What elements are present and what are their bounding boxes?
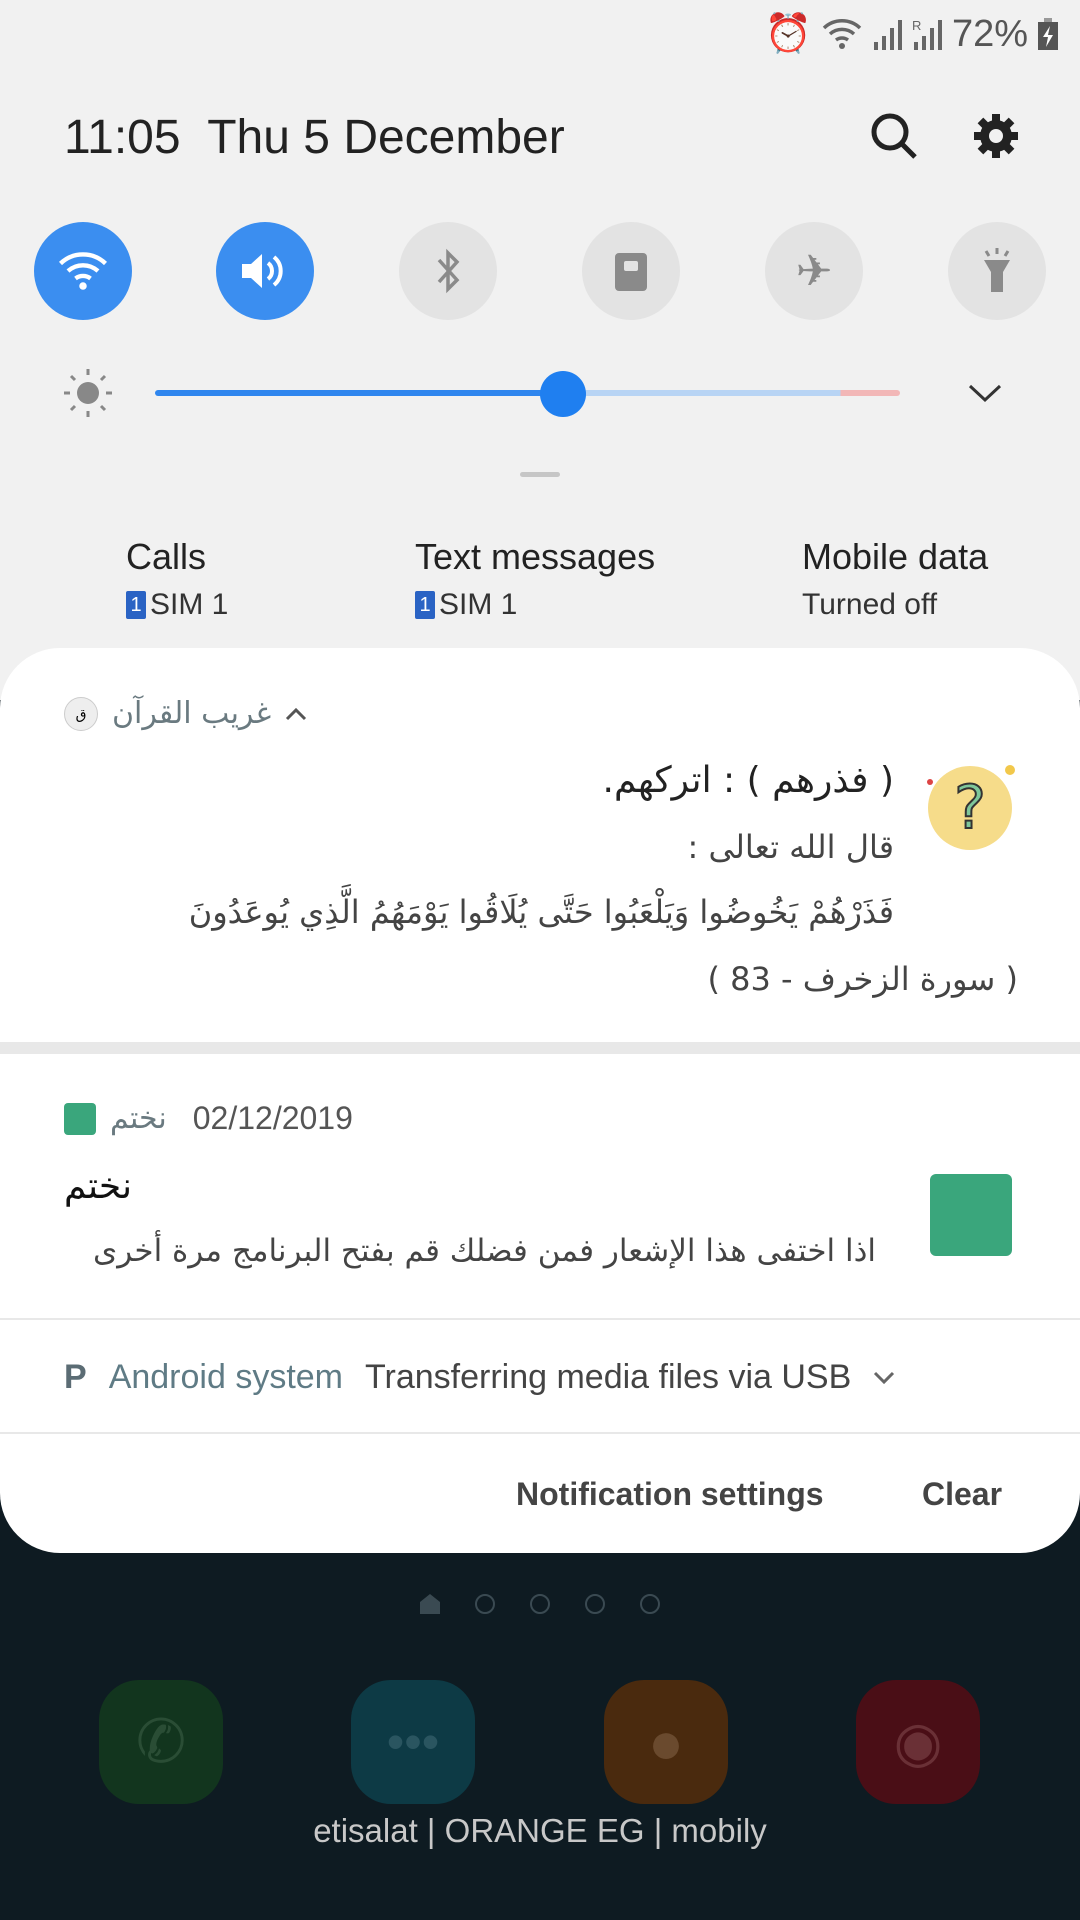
roaming-signal-icon: R: [912, 18, 942, 50]
settings-gear-icon[interactable]: [972, 112, 1020, 160]
notif3-row[interactable]: P Android system Transferring media file…: [64, 1358, 895, 1397]
home-page-indicator-icon: [420, 1594, 440, 1614]
bluetooth-toggle[interactable]: [399, 222, 497, 320]
notif1-header[interactable]: ق غريب القرآن: [64, 696, 307, 731]
messages-app-icon[interactable]: •••: [351, 1680, 475, 1804]
sim-messages-title: Text messages: [415, 536, 656, 577]
battery-percent: 72%: [951, 12, 1028, 55]
airplane-icon: ✈: [795, 246, 833, 296]
mobile-data-status: Turned off: [802, 588, 938, 621]
notification-settings-button[interactable]: Notification settings: [516, 1476, 824, 1513]
notification-card: ق غريب القرآن ? ( فذرهم ) : اتركهم. قال …: [0, 648, 1080, 1553]
wifi-icon: [58, 252, 108, 290]
drag-handle[interactable]: [520, 472, 560, 477]
page-dot: [475, 1594, 495, 1614]
flashlight-toggle[interactable]: [948, 222, 1046, 320]
notif1-title: ( فذرهم ) : اتركهم.: [602, 760, 894, 801]
sim-label: SIM 1: [150, 588, 229, 621]
airplane-toggle[interactable]: ✈: [765, 222, 863, 320]
contacts-app-icon[interactable]: ●: [604, 1680, 728, 1804]
notif2-app-name: نختم: [110, 1101, 167, 1136]
carrier-label: etisalat | ORANGE EG | mobily: [313, 1812, 767, 1849]
sim-badge: 1: [415, 591, 435, 619]
brightness-slider[interactable]: [155, 390, 900, 396]
signal-icon: [873, 20, 902, 50]
wifi-toggle[interactable]: [34, 222, 132, 320]
alarm-icon: ⏰: [764, 13, 812, 55]
notif1-line1: قال الله تعالى :: [687, 828, 895, 866]
divider: [0, 1318, 1080, 1320]
lock-icon: [615, 253, 647, 291]
sim-messages[interactable]: Text messages 1 SIM 1: [415, 536, 655, 622]
notif1-app-name: غريب القرآن: [112, 696, 272, 731]
notif1-verse: فَذَرْهُمْ يَخُوضُوا وَيَلْعَبُوا حَتَّى…: [188, 893, 894, 931]
divider: [0, 1432, 1080, 1434]
page-dot: [640, 1594, 660, 1614]
chevron-down-icon[interactable]: [873, 1371, 895, 1385]
rotation-lock-toggle[interactable]: [582, 222, 680, 320]
sim-calls[interactable]: Calls 1 SIM 1: [126, 536, 228, 622]
page-dot: [585, 1594, 605, 1614]
search-icon[interactable]: [870, 112, 918, 162]
sound-toggle[interactable]: [216, 222, 314, 320]
brightness-icon: [64, 369, 112, 417]
battery-charging-icon: [1038, 18, 1058, 50]
date: Thu 5 December: [207, 111, 565, 164]
notif3-text: Transferring media files via USB: [365, 1358, 852, 1396]
status-bar: ⏰ R 72%: [765, 12, 1058, 56]
question-icon: ?: [927, 765, 1015, 850]
svg-text:R: R: [912, 18, 921, 33]
notif2-header[interactable]: نختم 02/12/2019: [64, 1100, 353, 1137]
sim-badge: 1: [126, 591, 146, 619]
sim-calls-title: Calls: [126, 536, 207, 577]
notif2-title: نختم: [64, 1166, 133, 1207]
page-dot: [530, 1594, 550, 1614]
clear-button[interactable]: Clear: [922, 1476, 1002, 1513]
notif1-reference: ( سورة الزخرف - 83 ): [707, 960, 1018, 998]
chevron-up-icon[interactable]: [285, 707, 307, 721]
app-logo-icon: ق: [64, 696, 98, 731]
clock: 11:05: [64, 111, 181, 164]
notif2-date: 02/12/2019: [192, 1100, 353, 1136]
phone-app-icon[interactable]: ✆: [99, 1680, 223, 1804]
speaker-icon: [242, 254, 283, 288]
svg-text:?: ?: [954, 773, 986, 843]
flashlight-icon: [984, 248, 1010, 292]
clock-date: 11:05 Thu 5 December: [64, 110, 565, 165]
app-logo-icon: [64, 1102, 96, 1135]
chevron-down-icon[interactable]: [968, 383, 1002, 403]
wifi-icon: [822, 19, 862, 49]
notif2-body: اذا اختفى هذا الإشعار فمن فضلك قم بفتح ا…: [93, 1233, 876, 1269]
brightness-slider-thumb[interactable]: [540, 371, 586, 417]
mobile-data-title: Mobile data: [802, 536, 989, 577]
camera-app-icon[interactable]: ◉: [856, 1680, 980, 1804]
notif3-app-name: Android system: [108, 1358, 344, 1396]
divider: [0, 1042, 1080, 1054]
sim-label: SIM 1: [439, 588, 518, 621]
nakhtim-logo-icon: [930, 1174, 1012, 1256]
sim-mobile-data[interactable]: Mobile data Turned off: [802, 536, 988, 622]
android-system-icon: P: [64, 1358, 87, 1396]
bluetooth-icon: [437, 248, 460, 294]
